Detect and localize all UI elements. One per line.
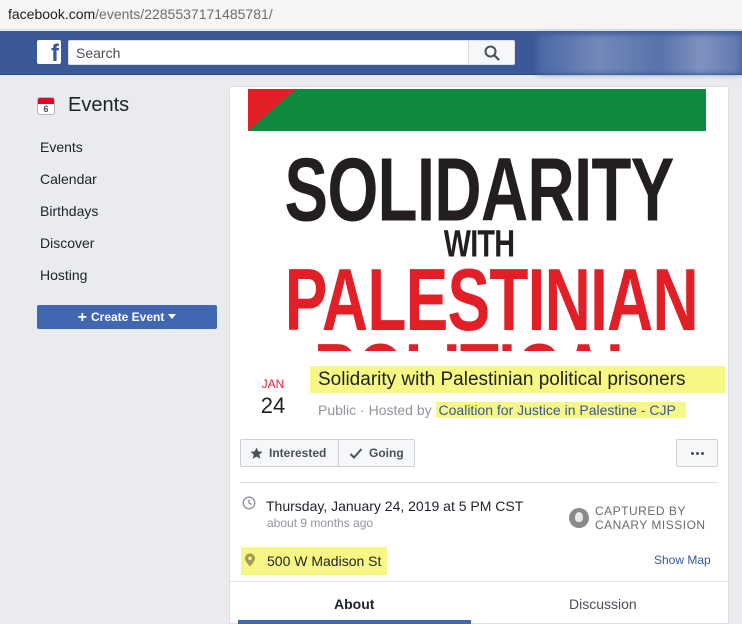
sidebar-title: Events	[68, 94, 130, 116]
event-month: JAN	[261, 377, 285, 391]
caret-down-icon	[168, 314, 177, 319]
facebook-header: f	[0, 31, 742, 75]
calendar-icon: 6	[37, 97, 55, 115]
more-options-button[interactable]	[676, 439, 718, 467]
host-link[interactable]: Coalition for Justice in Palestine - CJP	[435, 402, 686, 418]
interested-button[interactable]: Interested	[240, 439, 339, 467]
browser-url-bar[interactable]: facebook.com/events/2285537171485781/	[0, 0, 742, 30]
palestine-flag-strip	[248, 89, 706, 131]
star-icon	[250, 447, 263, 459]
event-day: 24	[260, 393, 286, 418]
more-dot-icon	[696, 452, 699, 455]
interested-label: Interested	[269, 446, 327, 460]
canary-mission-watermark: CAPTURED BY CANARY MISSION	[569, 504, 709, 534]
plus-icon: +	[77, 309, 87, 326]
event-cover-image[interactable]: SOLIDARITY WITH PALESTINIAN POLITICAL	[230, 87, 728, 351]
hosted-by-label: Hosted by	[368, 402, 432, 418]
event-privacy: Public	[318, 402, 357, 418]
watermark-line-2: CANARY MISSION	[595, 518, 706, 532]
event-title: Solidarity with Palestinian political pr…	[310, 366, 725, 393]
search-box[interactable]	[68, 40, 515, 65]
going-button[interactable]: Going	[338, 439, 415, 467]
facebook-logo-icon[interactable]: f	[37, 40, 61, 64]
url-path: /events/2285537171485781/	[95, 6, 273, 22]
create-event-label: Create Event	[90, 310, 165, 324]
location-pin-icon	[245, 553, 255, 567]
event-card: SOLIDARITY WITH PALESTINIAN POLITICAL JA…	[229, 86, 729, 624]
more-dot-icon	[691, 452, 694, 455]
search-input[interactable]	[69, 41, 469, 64]
cover-text-line-4: POLITICAL	[285, 325, 673, 351]
more-dot-icon	[701, 452, 704, 455]
active-tab-indicator	[238, 620, 471, 624]
tabs-divider	[230, 581, 728, 582]
canary-logo-icon	[569, 508, 589, 528]
tab-discussion[interactable]: Discussion	[569, 596, 637, 612]
url-host: facebook.com	[8, 6, 96, 22]
create-event-button[interactable]: + Create Event	[37, 305, 217, 329]
event-date-badge: JAN 24	[248, 377, 298, 419]
event-relative-time: about 9 months ago	[267, 516, 374, 530]
checkmark-icon	[349, 448, 363, 459]
sidebar-item-events[interactable]: Events	[40, 139, 83, 155]
clock-icon	[242, 496, 256, 510]
divider	[240, 482, 718, 483]
sidebar-item-discover[interactable]: Discover	[40, 235, 94, 251]
sidebar-item-birthdays[interactable]: Birthdays	[40, 203, 98, 219]
event-meta: Public · Hosted by Coalition for Justice…	[318, 402, 686, 418]
redacted-area	[537, 34, 742, 74]
watermark-line-1: CAPTURED BY	[595, 504, 686, 518]
search-icon	[484, 45, 500, 61]
event-datetime[interactable]: Thursday, January 24, 2019 at 5 PM CST	[266, 498, 523, 514]
sidebar-item-hosting[interactable]: Hosting	[40, 267, 87, 283]
url-text[interactable]: facebook.com/events/2285537171485781/	[8, 6, 273, 22]
show-map-link[interactable]: Show Map	[654, 553, 711, 567]
sidebar-item-calendar[interactable]: Calendar	[40, 171, 97, 187]
going-label: Going	[369, 446, 404, 460]
search-button[interactable]	[468, 41, 514, 64]
tab-about[interactable]: About	[334, 596, 374, 612]
event-location[interactable]: 500 W Madison St	[267, 553, 381, 569]
left-sidebar: 6 Events Events Calendar Birthdays Disco…	[0, 76, 225, 624]
